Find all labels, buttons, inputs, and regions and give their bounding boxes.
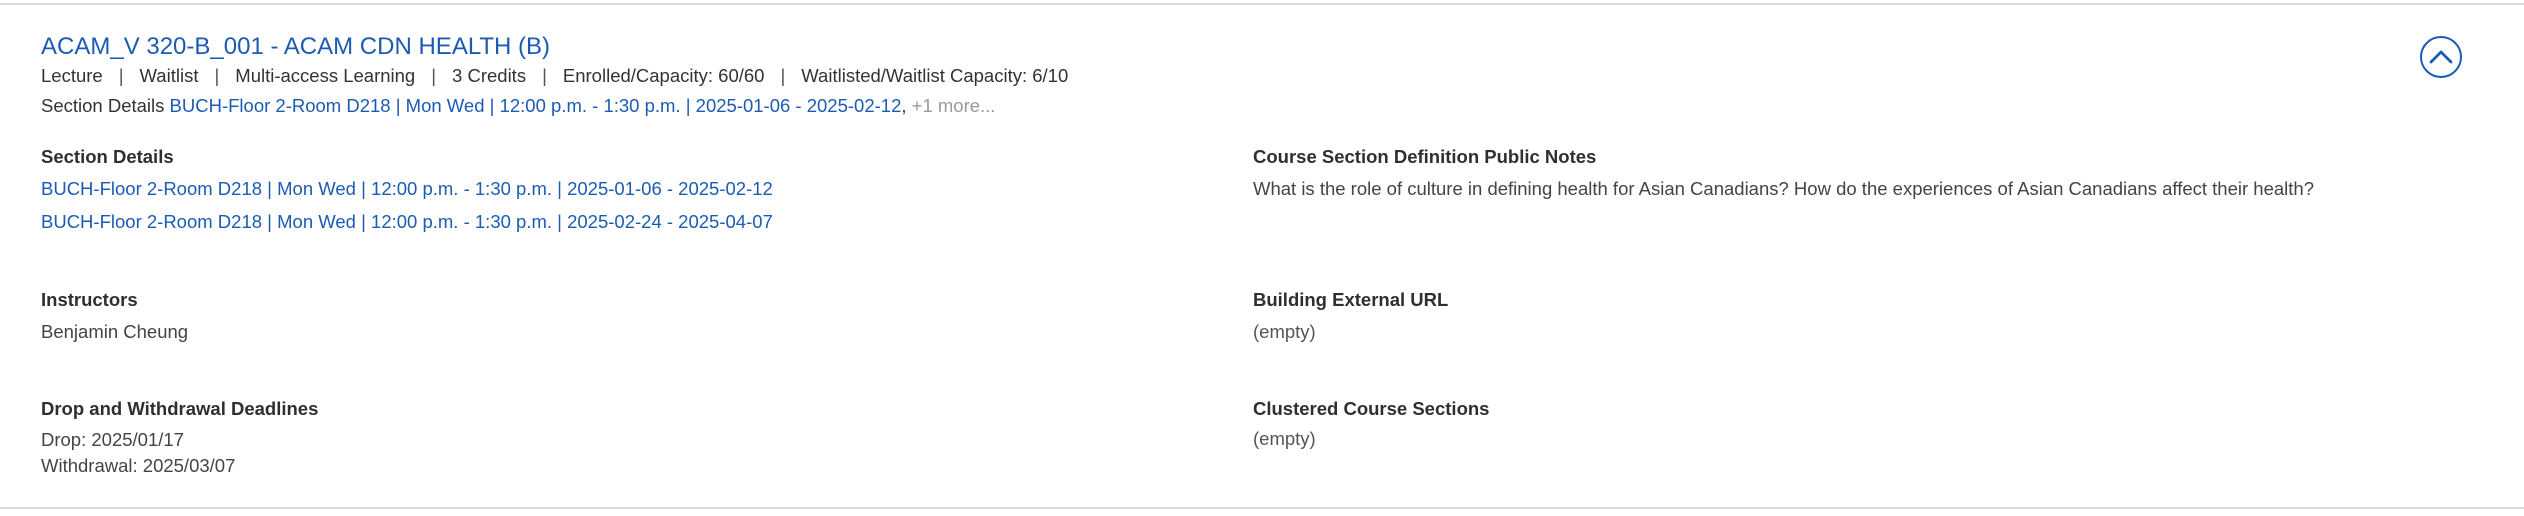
withdrawal-deadline: Withdrawal: 2025/03/07: [41, 455, 236, 476]
public-notes-label: Course Section Definition Public Notes: [1253, 146, 1597, 167]
building-url-block: Building External URL (empty): [1253, 288, 1448, 344]
clustered-sections-block: Clustered Course Sections (empty): [1253, 397, 1489, 451]
clustered-sections-value: (empty): [1253, 428, 1316, 449]
instructors-label: Instructors: [41, 289, 138, 310]
section-summary-comma: ,: [901, 95, 907, 116]
clustered-sections-label: Clustered Course Sections: [1253, 398, 1490, 419]
deadlines-label: Drop and Withdrawal Deadlines: [41, 398, 319, 419]
public-notes-value: What is the role of culture in defining …: [1253, 178, 2314, 199]
section-details-block: Section Details BUCH-Floor 2-Room D218 |…: [41, 145, 773, 243]
section-details-item[interactable]: BUCH-Floor 2-Room D218 | Mon Wed | 12:00…: [41, 210, 773, 234]
collapse-button[interactable]: [2420, 36, 2462, 78]
public-notes-block: Course Section Definition Public Notes W…: [1253, 145, 2314, 201]
more-sections-link[interactable]: +1 more...: [912, 95, 996, 116]
meta-credits: 3 Credits: [452, 65, 527, 86]
top-divider: [0, 3, 2524, 5]
deadlines-block: Drop and Withdrawal Deadlines Drop: 2025…: [41, 397, 318, 479]
course-title-link[interactable]: ACAM_V 320-B_001 - ACAM CDN HEALTH (B): [41, 31, 550, 63]
meta-waitlist-capacity: Waitlisted/Waitlist Capacity: 6/10: [801, 65, 1069, 86]
section-summary-label: Section Details: [41, 95, 165, 116]
instructor-name: Benjamin Cheung: [41, 321, 189, 342]
building-url-label: Building External URL: [1253, 289, 1449, 310]
course-meta-row: Lecture | Waitlist | Multi-access Learning | 3…: [41, 65, 1069, 86]
meta-delivery: Multi-access Learning: [235, 65, 416, 86]
chevron-up-icon: [2429, 50, 2453, 64]
instructors-block: Instructors Benjamin Cheung: [41, 288, 188, 344]
building-url-value: (empty): [1253, 321, 1316, 342]
drop-deadline: Drop: 2025/01/17: [41, 429, 184, 450]
section-details-label: Section Details: [41, 146, 174, 167]
meta-waitlist: Waitlist: [139, 65, 199, 86]
section-summary: Section Details BUCH-Floor 2-Room D218 |…: [41, 94, 995, 118]
meta-format: Lecture: [41, 65, 103, 86]
section-summary-link[interactable]: BUCH-Floor 2-Room D218 | Mon Wed | 12:00…: [170, 95, 902, 116]
section-details-item[interactable]: BUCH-Floor 2-Room D218 | Mon Wed | 12:00…: [41, 177, 773, 201]
bottom-divider: [0, 507, 2524, 509]
meta-enrollment: Enrolled/Capacity: 60/60: [562, 65, 765, 86]
